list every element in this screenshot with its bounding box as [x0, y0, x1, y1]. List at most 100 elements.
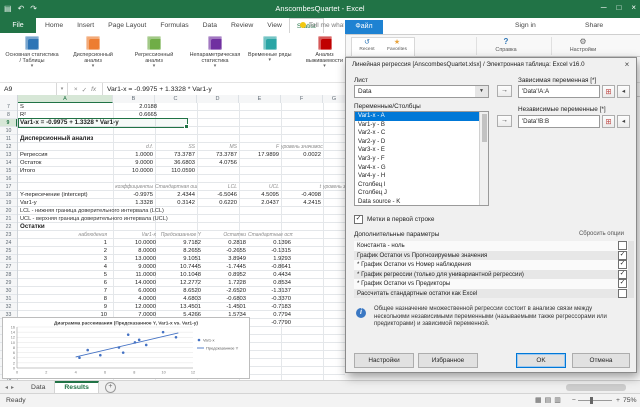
- row-header[interactable]: 13: [0, 151, 17, 159]
- settings-button[interactable]: ⚙ Настройки: [558, 37, 608, 53]
- variable-item[interactable]: Столбец J: [355, 189, 488, 198]
- dialog-close-icon[interactable]: ×: [618, 58, 636, 72]
- row-header[interactable]: 26: [0, 255, 17, 263]
- variable-item[interactable]: Var3-x - E: [355, 146, 488, 155]
- labels-checkbox[interactable]: [354, 215, 363, 224]
- formula-input[interactable]: Var1-x = -0.9975 + 1.3328 * Var1-y: [103, 86, 212, 93]
- row-header[interactable]: 31: [0, 295, 17, 303]
- row-header[interactable]: 32: [0, 303, 17, 311]
- row-header[interactable]: 20: [0, 207, 17, 215]
- select-all-corner[interactable]: [0, 95, 18, 103]
- option-checkbox[interactable]: [618, 289, 627, 298]
- option-row[interactable]: * График Остатки vs Номер наблюдения: [354, 260, 630, 270]
- option-row[interactable]: * График Остатки vs Предикторы: [354, 279, 630, 289]
- ribbon-button[interactable]: Регрессионный анализ▾: [124, 35, 184, 80]
- variables-listbox[interactable]: Var1-x - AVar1-y - BVar2-x - CVar2-y - D…: [354, 111, 489, 206]
- ribbon-tab-page-layout[interactable]: Page Layout: [101, 18, 153, 33]
- option-checkbox[interactable]: [618, 251, 627, 260]
- zoom-level[interactable]: 75%: [623, 397, 637, 404]
- clear-field-icon[interactable]: ◂: [617, 115, 630, 128]
- favorites-button[interactable]: ★ Favorites: [382, 38, 412, 56]
- option-checkbox[interactable]: [618, 260, 627, 269]
- option-checkbox[interactable]: [618, 270, 627, 279]
- clear-field-icon[interactable]: ◂: [617, 85, 630, 98]
- ribbon-tab-home[interactable]: Home: [38, 18, 70, 33]
- sheet-nav-arrows[interactable]: ◂▸: [0, 384, 22, 391]
- fx-icon[interactable]: fx: [91, 86, 96, 93]
- move-to-dependent-button[interactable]: →: [497, 85, 512, 97]
- row-header[interactable]: 12: [0, 143, 17, 151]
- column-header-c[interactable]: C: [155, 95, 197, 103]
- enter-icon[interactable]: ✓: [82, 86, 87, 94]
- row-header[interactable]: 30: [0, 287, 17, 295]
- row-header[interactable]: 28: [0, 271, 17, 279]
- sign-in-button[interactable]: Sign in: [515, 18, 536, 33]
- option-row[interactable]: График Остатки vs Прогнозируемые значени…: [354, 251, 630, 261]
- horizontal-scrollbar[interactable]: [566, 384, 626, 391]
- ribbon-tab-review[interactable]: Review: [224, 18, 260, 33]
- row-header[interactable]: 17: [0, 183, 17, 191]
- ribbon-button[interactable]: Дисперсионный анализ▾: [63, 35, 123, 80]
- row-header[interactable]: 15: [0, 167, 17, 175]
- row-header[interactable]: 24: [0, 239, 17, 247]
- row-header[interactable]: 19: [0, 199, 17, 207]
- ribbon-tab-view[interactable]: View: [260, 18, 289, 33]
- variable-item[interactable]: Var2-x - C: [355, 129, 488, 138]
- range-select-icon[interactable]: ⊞: [602, 115, 615, 128]
- scrollbar-thumb[interactable]: [482, 114, 487, 142]
- recent-button[interactable]: ↺ Recent: [352, 38, 382, 56]
- dependent-field[interactable]: 'Data'!A:A: [518, 85, 600, 98]
- option-row[interactable]: Рассчитать стандартные остатки как Excel: [354, 289, 630, 299]
- ribbon-tab-insert[interactable]: Insert: [70, 18, 101, 33]
- ribbon-tab-formulas[interactable]: Formulas: [153, 18, 195, 33]
- zoom-in-button[interactable]: +: [616, 397, 620, 404]
- settings-dialog-button[interactable]: Настройки: [354, 353, 414, 368]
- row-header[interactable]: 23: [0, 231, 17, 239]
- column-header-g[interactable]: G: [323, 95, 345, 103]
- row-header[interactable]: 25: [0, 247, 17, 255]
- reset-options-link[interactable]: Сбросить опции: [579, 231, 624, 237]
- new-sheet-button[interactable]: +: [105, 382, 116, 393]
- favorites-dialog-button[interactable]: Избранное: [418, 353, 478, 368]
- option-row[interactable]: Константа - ноль: [354, 241, 630, 251]
- row-header[interactable]: 27: [0, 263, 17, 271]
- close-button[interactable]: ×: [631, 3, 636, 12]
- variable-item[interactable]: Var2-y - D: [355, 138, 488, 147]
- scatter-chart[interactable]: Диаграмма рассеивания (Предсказанное Y, …: [2, 317, 250, 379]
- cancel-button[interactable]: Отмена: [572, 353, 630, 368]
- option-row[interactable]: * График регрессии (только для унивариан…: [354, 270, 630, 280]
- variable-item[interactable]: Var4-y - H: [355, 172, 488, 181]
- row-header[interactable]: 9: [0, 119, 17, 127]
- variable-item[interactable]: Столбец I: [355, 181, 488, 190]
- row-header[interactable]: 18: [0, 191, 17, 199]
- column-header-b[interactable]: B: [113, 95, 155, 103]
- ok-button[interactable]: OK: [516, 353, 566, 368]
- option-checkbox[interactable]: [618, 279, 627, 288]
- addin-file-tab[interactable]: Файл: [345, 20, 383, 34]
- share-button[interactable]: Share: [585, 18, 603, 33]
- row-header[interactable]: 14: [0, 159, 17, 167]
- column-header-d[interactable]: D: [197, 95, 239, 103]
- file-tab[interactable]: File: [0, 18, 36, 33]
- ribbon-tab-data[interactable]: Data: [196, 18, 224, 33]
- worksheet-grid[interactable]: 7891011121314151617181920212223242526272…: [0, 103, 345, 380]
- move-to-independent-button[interactable]: →: [497, 115, 512, 127]
- sheet-select[interactable]: Data ▼: [354, 85, 489, 98]
- row-header[interactable]: 21: [0, 215, 17, 223]
- row-header[interactable]: 22: [0, 223, 17, 231]
- tell-me-box[interactable]: Tell me what you want to do...: [300, 18, 344, 33]
- minimize-button[interactable]: ─: [601, 3, 607, 12]
- variable-item[interactable]: Var4-x - G: [355, 164, 488, 173]
- ribbon-button[interactable]: Основная статистика / Таблицы▾: [2, 35, 62, 80]
- labels-first-row-option[interactable]: Метки в первой строке: [354, 215, 434, 224]
- zoom-slider-track[interactable]: [578, 400, 612, 401]
- view-mode-icons[interactable]: ▦▤▥: [535, 396, 564, 404]
- ribbon-button[interactable]: Временные ряды▾: [246, 35, 294, 80]
- cancel-icon[interactable]: ×: [74, 86, 78, 93]
- ribbon-button[interactable]: Анализ выживаемости▾: [295, 35, 345, 80]
- row-header[interactable]: 16: [0, 175, 17, 183]
- variable-item[interactable]: Var1-y - B: [355, 121, 488, 130]
- listbox-scrollbar[interactable]: [479, 112, 488, 205]
- ribbon-button[interactable]: Непараметрическая статистика▾: [185, 35, 245, 80]
- variable-item[interactable]: Var3-y - F: [355, 155, 488, 164]
